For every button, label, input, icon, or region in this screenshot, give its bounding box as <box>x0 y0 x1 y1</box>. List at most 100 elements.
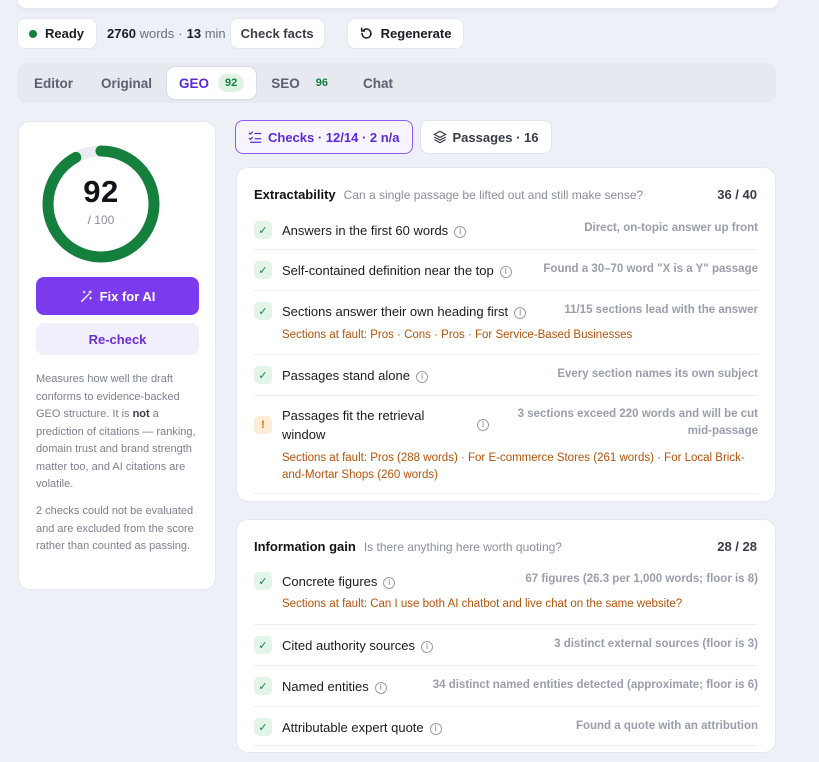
score-max: / 100 <box>87 213 115 227</box>
check-row[interactable]: ✓ Sections answer their own heading firs… <box>254 291 758 355</box>
regenerate-button[interactable]: Regenerate <box>346 18 465 49</box>
info-icon[interactable]: i <box>420 641 433 653</box>
check-icon: ✓ <box>254 302 272 320</box>
check-label: Self-contained definition near the top i <box>282 261 512 280</box>
sections-at-fault: Sections at fault: Pros · Cons · Pros · … <box>282 329 633 341</box>
check-label-text: Cited authority sources <box>282 638 415 653</box>
check-detail: Found a 30–70 word "X is a Y" passage <box>543 263 758 275</box>
passages-subtab-label: Passages · 16 <box>452 129 539 145</box>
fix-label: Fix for AI <box>99 288 156 304</box>
check-row[interactable]: ✓ Attributable expert quote i Found a quo… <box>254 707 758 746</box>
checks-subtab-label: Checks · 12/14 · 2 n/a <box>268 129 400 145</box>
exclamation-icon: ! <box>254 416 272 434</box>
check-row[interactable]: ✓ Answers in the first 60 words i Direct,… <box>254 213 758 250</box>
words-label: words <box>139 26 175 41</box>
passages-subtab[interactable]: Passages · 16 <box>419 120 552 154</box>
info-icon[interactable]: i <box>454 226 467 238</box>
min-label: min <box>204 26 226 41</box>
minutes-count: 13 <box>186 26 202 41</box>
check-detail: 67 figures (26.3 per 1,000 words; floor … <box>525 573 758 585</box>
info-icon[interactable]: i <box>477 419 489 431</box>
check-row[interactable]: ✓ Named entities i 34 distinct named enti… <box>254 666 758 707</box>
check-icon: ✓ <box>254 677 272 695</box>
check-row[interactable]: ! Passages fit the retrieval window i 3 … <box>254 396 758 494</box>
check-label-text: Sections answer their own heading first <box>282 304 509 319</box>
tab-label: Editor <box>34 75 73 91</box>
tab-score-badge: 96 <box>315 77 329 89</box>
check-label: Answers in the first 60 words i <box>282 221 467 240</box>
tab-seo[interactable]: SEO 96 <box>257 66 349 100</box>
magic-wand-icon <box>80 289 92 302</box>
checks-subtab[interactable]: Checks · 12/14 · 2 n/a <box>235 120 413 154</box>
card-subtitle: Can a single passage be lifted out and s… <box>343 188 644 202</box>
check-icon: ✓ <box>254 366 272 384</box>
info-icon[interactable]: i <box>499 266 512 278</box>
check-label-text: Answers in the first 60 words <box>282 223 449 238</box>
score-value: 92 <box>83 174 119 209</box>
check-icon: ✓ <box>254 221 272 239</box>
regenerate-label: Regenerate <box>380 26 452 41</box>
info-icon[interactable]: i <box>383 577 396 589</box>
tab-geo[interactable]: GEO 92 <box>166 66 258 100</box>
card-title: Extractability <box>254 187 336 202</box>
check-detail: Found a quote with an attribution <box>575 720 758 732</box>
check-detail: Every section names its own subject <box>557 368 758 380</box>
tab-label: GEO <box>179 75 210 91</box>
check-icon: ✓ <box>254 718 272 736</box>
check-label: Concrete figures i <box>282 572 396 591</box>
tab-score-badge: 92 <box>218 74 245 92</box>
check-label: Attributable expert quote i <box>282 718 442 737</box>
check-row[interactable]: ✓ Self-contained definition near the top… <box>254 250 758 291</box>
check-label: Cited authority sources i <box>282 636 433 655</box>
word-count: 2760 <box>107 26 136 41</box>
status-label: Ready <box>45 26 85 41</box>
excluded-checks-note: 2 checks could not be evaluated and are … <box>36 505 194 552</box>
status-dot-icon <box>29 29 37 38</box>
check-label-text: Named entities <box>282 679 369 694</box>
check-detail: 11/15 sections lead with the answer <box>564 304 758 316</box>
checklist-icon <box>248 131 262 143</box>
check-row[interactable]: ✓ Concrete figures i 67 figures (26.3 per… <box>254 565 758 625</box>
score-explanation: Measures how well the draft conforms to … <box>36 371 206 494</box>
info-icon[interactable]: i <box>514 307 527 319</box>
layers-icon <box>433 130 446 144</box>
check-label-text: Passages fit the retrieval window <box>282 408 425 442</box>
info-icon[interactable]: i <box>429 723 442 735</box>
check-label-text: Concrete figures <box>282 574 378 589</box>
check-row[interactable]: ✓ Passages stand alone i Every section na… <box>254 355 758 396</box>
check-icon: ✓ <box>254 636 272 654</box>
info-icon[interactable]: i <box>374 682 387 694</box>
check-detail: Direct, on-topic answer up front <box>584 222 758 234</box>
check-row[interactable]: ✓ Cited authority sources i 3 distinct ex… <box>254 625 758 666</box>
refresh-icon <box>360 27 372 39</box>
tab-original[interactable]: Original <box>87 66 166 100</box>
card-score: 28 / 28 <box>717 539 757 554</box>
tab-editor[interactable]: Editor <box>20 66 87 100</box>
explanation-emphasis: not <box>132 408 150 420</box>
check-detail: 3 sections exceed 220 words and will be … <box>517 408 758 437</box>
subtab-bar: Checks · 12/14 · 2 n/a Passages · 16 <box>235 120 559 154</box>
fix-for-ai-button[interactable]: Fix for AI <box>36 277 199 315</box>
card-title: Information gain <box>254 539 356 554</box>
check-icon: ✓ <box>254 572 272 590</box>
sections-at-fault: Sections at fault: Pros (288 words) · Fo… <box>282 452 745 481</box>
check-label-text: Attributable expert quote <box>282 720 424 735</box>
tab-label: Chat <box>363 75 394 91</box>
tab-chat[interactable]: Chat <box>349 66 407 100</box>
card-header: Extractability Can a single passage be l… <box>254 187 757 202</box>
info-icon[interactable]: i <box>415 371 428 383</box>
tab-label: SEO <box>271 75 300 91</box>
check-detail: 3 distinct external sources (floor is 3) <box>554 638 758 650</box>
tab-label: Original <box>101 75 153 91</box>
toolbar: Ready 2760 words · 13 min Check facts Rege… <box>17 18 465 49</box>
check-facts-button[interactable]: Check facts <box>229 18 325 49</box>
status-badge: Ready <box>17 18 98 49</box>
card-subtitle: Is there anything here worth quoting? <box>363 540 562 554</box>
check-icon: ✓ <box>254 261 272 279</box>
check-label: Passages stand alone i <box>282 366 428 385</box>
sections-at-fault: Sections at fault: Can I use both AI cha… <box>282 598 683 610</box>
check-label: Named entities i <box>282 677 387 696</box>
check-label: Passages fit the retrieval window <box>282 406 462 444</box>
score-panel: 92 / 100 Fix for AI Re-check Measures ho… <box>18 121 216 590</box>
recheck-button[interactable]: Re-check <box>36 323 199 355</box>
